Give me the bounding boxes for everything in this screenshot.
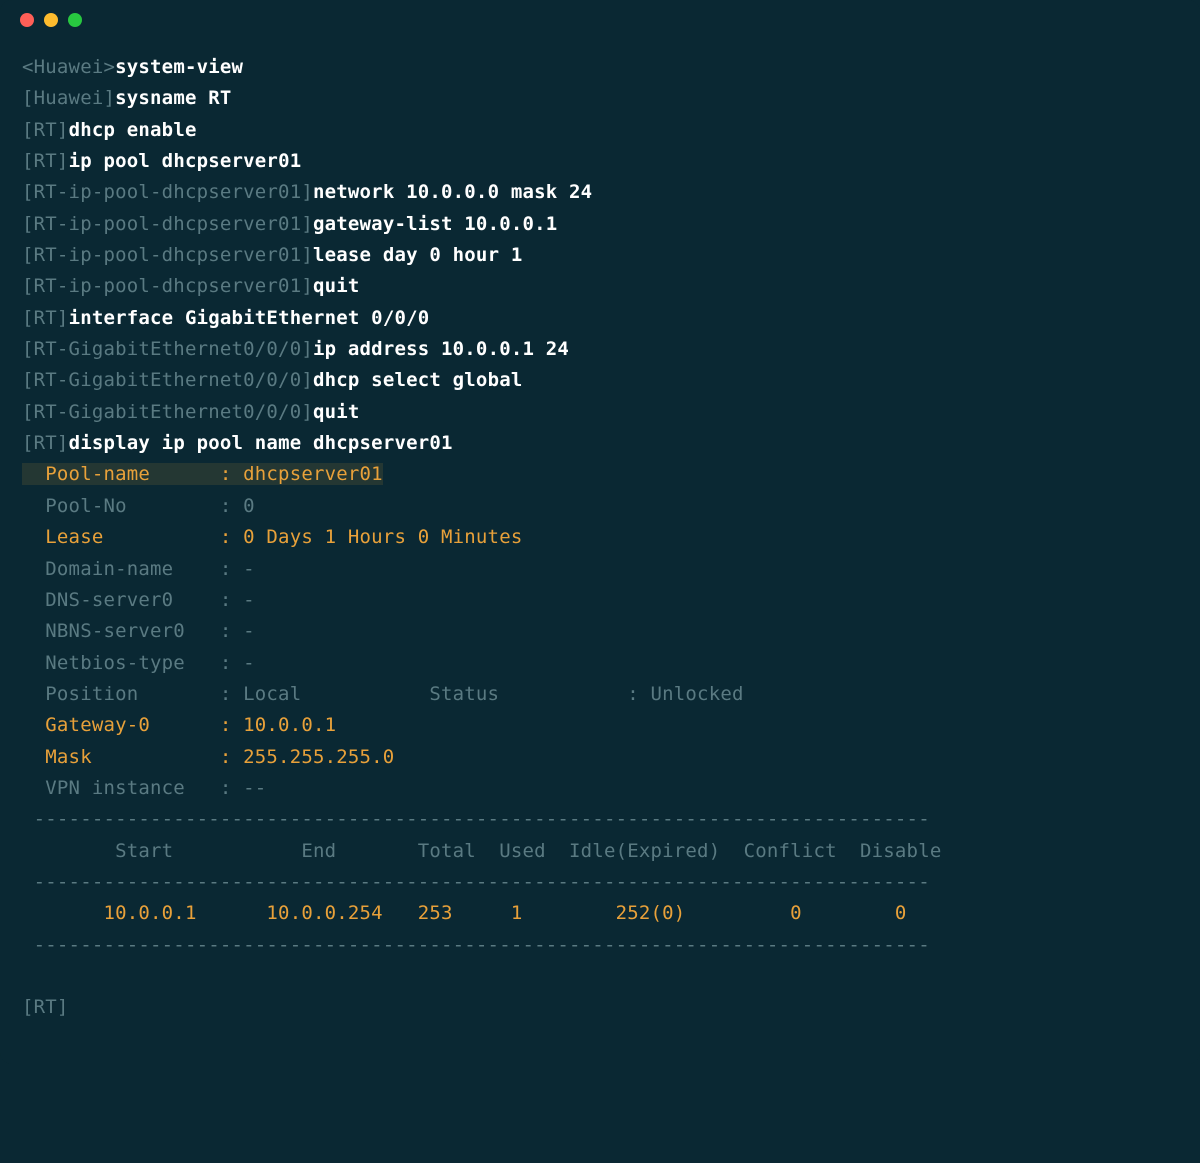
- detail-label: Mask :: [22, 746, 243, 768]
- window-zoom-icon[interactable]: [68, 13, 82, 27]
- detail-label: Domain-name :: [22, 558, 243, 580]
- shell-command: ip address 10.0.0.1 24: [313, 338, 569, 360]
- detail-label: VPN instance :: [22, 777, 243, 799]
- shell-command: system-view: [115, 56, 243, 78]
- detail-value: 255.255.255.0: [243, 746, 394, 768]
- terminal-line: [RT-GigabitEthernet0/0/0]quit: [22, 397, 1178, 428]
- terminal-line: NBNS-server0 : -: [22, 616, 1178, 647]
- detail-value: --: [243, 777, 266, 799]
- shell-command: dhcp enable: [69, 119, 197, 141]
- window-titlebar: [0, 0, 1200, 40]
- terminal-line: Mask : 255.255.255.0: [22, 742, 1178, 773]
- blank-line: [22, 965, 34, 987]
- shell-command: dhcp select global: [313, 369, 523, 391]
- hr: ----------------------------------------…: [22, 871, 930, 893]
- shell-prompt: [RT-ip-pool-dhcpserver01]: [22, 181, 313, 203]
- shell-prompt: [RT-ip-pool-dhcpserver01]: [22, 244, 313, 266]
- terminal-line: [RT-GigabitEthernet0/0/0]ip address 10.0…: [22, 334, 1178, 365]
- terminal-line: <Huawei>system-view: [22, 52, 1178, 83]
- terminal-line: [RT]: [22, 992, 1178, 1023]
- detail-label: Lease :: [22, 526, 243, 548]
- shell-command: display ip pool name dhcpserver01: [69, 432, 453, 454]
- detail-value: dhcpserver01: [243, 463, 383, 485]
- detail-label: NBNS-server0 :: [22, 620, 243, 642]
- shell-prompt: [Huawei]: [22, 87, 115, 109]
- detail-label: Position :: [22, 683, 243, 705]
- shell-command: quit: [313, 401, 360, 423]
- detail-label: Gateway-0 :: [22, 714, 243, 736]
- hr: ----------------------------------------…: [22, 934, 930, 956]
- shell-prompt: [RT]: [22, 119, 69, 141]
- shell-command: gateway-list 10.0.0.1: [313, 213, 557, 235]
- terminal-output[interactable]: <Huawei>system-view[Huawei]sysname RT[RT…: [0, 40, 1200, 1064]
- terminal-line: Pool-name : dhcpserver01: [22, 459, 1178, 490]
- detail-label: Netbios-type :: [22, 652, 243, 674]
- table-row: 10.0.0.1 10.0.0.254 253 1 252(0) 0 0: [22, 902, 907, 924]
- shell-prompt: [RT-ip-pool-dhcpserver01]: [22, 213, 313, 235]
- window-minimize-icon[interactable]: [44, 13, 58, 27]
- shell-command: sysname RT: [115, 87, 231, 109]
- detail-label: Pool-name :: [22, 463, 243, 485]
- terminal-line: [RT]interface GigabitEthernet 0/0/0: [22, 303, 1178, 334]
- terminal-line: Position : Local Status : Unlocked: [22, 679, 1178, 710]
- shell-command: lease day 0 hour 1: [313, 244, 523, 266]
- detail-value: -: [243, 652, 255, 674]
- terminal-line: Domain-name : -: [22, 554, 1178, 585]
- terminal-line: [RT-ip-pool-dhcpserver01]network 10.0.0.…: [22, 177, 1178, 208]
- terminal-line: [RT-GigabitEthernet0/0/0]dhcp select glo…: [22, 365, 1178, 396]
- shell-prompt: [RT]: [22, 150, 69, 172]
- terminal-line: [22, 961, 1178, 992]
- terminal-line: Start End Total Used Idle(Expired) Confl…: [22, 836, 1178, 867]
- terminal-line: Gateway-0 : 10.0.0.1: [22, 710, 1178, 741]
- shell-command: network 10.0.0.0 mask 24: [313, 181, 592, 203]
- shell-prompt: [RT]: [22, 996, 69, 1018]
- detail-label: Pool-No :: [22, 495, 243, 517]
- terminal-line: ----------------------------------------…: [22, 930, 1178, 961]
- detail-value: -: [243, 558, 255, 580]
- terminal-line: DNS-server0 : -: [22, 585, 1178, 616]
- terminal-line: Netbios-type : -: [22, 648, 1178, 679]
- terminal-line: [RT-ip-pool-dhcpserver01]quit: [22, 271, 1178, 302]
- shell-prompt: [RT-GigabitEthernet0/0/0]: [22, 338, 313, 360]
- shell-prompt: [RT-ip-pool-dhcpserver01]: [22, 275, 313, 297]
- detail-value: -: [243, 620, 255, 642]
- terminal-line: VPN instance : --: [22, 773, 1178, 804]
- terminal-line: [RT]dhcp enable: [22, 115, 1178, 146]
- detail-value: -: [243, 589, 255, 611]
- terminal-line: [RT]display ip pool name dhcpserver01: [22, 428, 1178, 459]
- detail-label: DNS-server0 :: [22, 589, 243, 611]
- shell-command: quit: [313, 275, 360, 297]
- detail-value: 0 Days 1 Hours 0 Minutes: [243, 526, 522, 548]
- hr: ----------------------------------------…: [22, 808, 930, 830]
- detail-value: 0: [243, 495, 255, 517]
- detail-value: Local Status : Unlocked: [243, 683, 743, 705]
- shell-prompt: [RT]: [22, 432, 69, 454]
- window-close-icon[interactable]: [20, 13, 34, 27]
- shell-command: interface GigabitEthernet 0/0/0: [69, 307, 430, 329]
- terminal-line: Pool-No : 0: [22, 491, 1178, 522]
- terminal-window: <Huawei>system-view[Huawei]sysname RT[RT…: [0, 0, 1200, 1064]
- shell-prompt: <Huawei>: [22, 56, 115, 78]
- terminal-line: ----------------------------------------…: [22, 804, 1178, 835]
- terminal-line: 10.0.0.1 10.0.0.254 253 1 252(0) 0 0: [22, 898, 1178, 929]
- terminal-line: [RT-ip-pool-dhcpserver01]lease day 0 hou…: [22, 240, 1178, 271]
- terminal-line: ----------------------------------------…: [22, 867, 1178, 898]
- terminal-line: [RT-ip-pool-dhcpserver01]gateway-list 10…: [22, 209, 1178, 240]
- terminal-line: [RT]ip pool dhcpserver01: [22, 146, 1178, 177]
- shell-prompt: [RT]: [22, 307, 69, 329]
- detail-value: 10.0.0.1: [243, 714, 336, 736]
- terminal-line: Lease : 0 Days 1 Hours 0 Minutes: [22, 522, 1178, 553]
- shell-command: ip pool dhcpserver01: [69, 150, 302, 172]
- table-header: Start End Total Used Idle(Expired) Confl…: [22, 840, 941, 862]
- shell-prompt: [RT-GigabitEthernet0/0/0]: [22, 401, 313, 423]
- terminal-line: [Huawei]sysname RT: [22, 83, 1178, 114]
- shell-prompt: [RT-GigabitEthernet0/0/0]: [22, 369, 313, 391]
